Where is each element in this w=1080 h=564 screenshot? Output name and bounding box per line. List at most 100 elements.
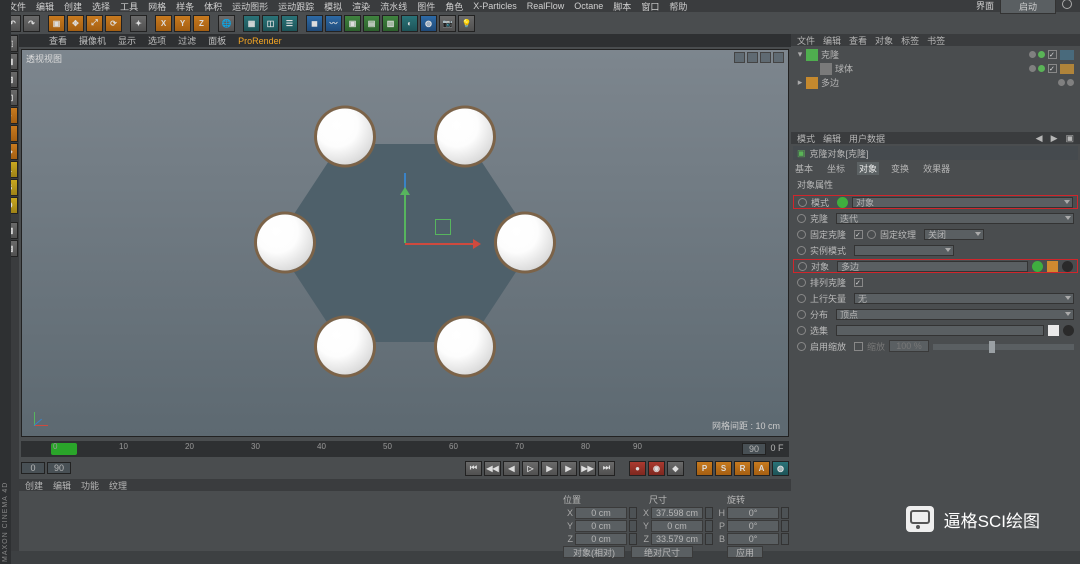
spinner[interactable] (629, 507, 637, 519)
menu-item[interactable]: 网格 (148, 0, 166, 13)
layout-select[interactable]: 启动 (1000, 0, 1056, 14)
menu-item[interactable]: X-Particles (473, 1, 517, 11)
om-tab[interactable]: 标签 (901, 34, 919, 47)
view-menu-item[interactable]: 显示 (118, 34, 136, 47)
frame-end-field[interactable]: 90 (742, 443, 766, 455)
size-z-field[interactable]: 33.579 cm (651, 533, 703, 545)
render-view-icon[interactable]: ▦ (243, 15, 260, 32)
generator-icon[interactable]: ▣ (344, 15, 361, 32)
environment-icon[interactable]: ◍ (420, 15, 437, 32)
scale-tool-icon[interactable]: ⤢ (86, 15, 103, 32)
menu-item[interactable]: 选择 (92, 0, 110, 13)
nav-rotate-icon[interactable] (760, 52, 771, 63)
attr-menu-item[interactable]: 模式 (797, 132, 815, 145)
menu-item[interactable]: 编辑 (36, 0, 54, 13)
attr-hist-icon[interactable]: ▣ (1065, 133, 1074, 144)
fix-clone-checkbox[interactable] (854, 230, 863, 239)
tree-label[interactable]: 多边 (821, 76, 1055, 89)
rot-h-field[interactable]: 0° (727, 507, 779, 519)
scale-slider[interactable] (933, 344, 1074, 350)
menu-item[interactable]: 流水线 (380, 0, 407, 13)
menu-item[interactable]: 体积 (204, 0, 222, 13)
expand-icon[interactable]: ▸ (797, 77, 803, 88)
view-menu-item[interactable]: 摄像机 (79, 34, 106, 47)
light-icon[interactable]: 💡 (458, 15, 475, 32)
plane-handle-icon[interactable] (435, 219, 451, 235)
spinner[interactable] (629, 520, 637, 532)
pos-y-field[interactable]: 0 cm (575, 520, 627, 532)
mode-select[interactable]: 对象 (852, 197, 1073, 208)
rec-pos-icon[interactable]: P (696, 461, 713, 476)
view-menu-item[interactable]: 过滤 (178, 34, 196, 47)
menu-item[interactable]: 图件 (417, 0, 435, 13)
param-dot-icon[interactable] (867, 230, 876, 239)
render-settings-icon[interactable]: ☰ (281, 15, 298, 32)
rotate-tool-icon[interactable]: ⟳ (105, 15, 122, 32)
link-pick-icon[interactable] (1062, 261, 1073, 272)
menu-item[interactable]: Octane (574, 1, 603, 11)
array-icon[interactable]: ▥ (382, 15, 399, 32)
play-back-icon[interactable]: ▷ (522, 461, 539, 476)
rec-scale-icon[interactable]: S (715, 461, 732, 476)
next-frame-icon[interactable]: ▶ (560, 461, 577, 476)
attr-menu-item[interactable]: 编辑 (823, 132, 841, 145)
om-tab[interactable]: 查看 (849, 34, 867, 47)
pos-x-field[interactable]: 0 cm (575, 507, 627, 519)
param-dot-icon[interactable] (798, 262, 807, 271)
up-vector-select[interactable]: 无 (854, 293, 1074, 304)
vis-check-icon[interactable] (1048, 64, 1057, 73)
mat-tab[interactable]: 功能 (81, 479, 99, 492)
attr-menu-item[interactable]: 用户数据 (849, 132, 885, 145)
mat-tab[interactable]: 创建 (25, 479, 43, 492)
record-key-icon[interactable]: ● (629, 461, 646, 476)
attr-tab-active[interactable]: 对象 (857, 162, 879, 175)
camera-icon[interactable]: 📷 (439, 15, 456, 32)
range-start-field[interactable]: 0 (21, 462, 45, 474)
menu-item[interactable]: 帮助 (669, 0, 687, 13)
last-tool-icon[interactable]: ✦ (130, 15, 147, 32)
scale-value-field[interactable]: 100 % (889, 340, 929, 352)
axis-x-icon[interactable]: X (155, 15, 172, 32)
om-tab[interactable]: 书签 (927, 34, 945, 47)
timeline[interactable]: 0 10 20 30 40 50 60 70 80 90 90 0 F (21, 441, 789, 457)
param-dot-icon[interactable] (797, 278, 806, 287)
help-ring-icon[interactable] (1062, 0, 1072, 9)
param-dot-icon[interactable] (797, 342, 806, 351)
rec-param-icon[interactable]: A (753, 461, 770, 476)
fix-tex-select[interactable]: 关闭 (924, 229, 984, 240)
menu-item[interactable]: 窗口 (641, 0, 659, 13)
param-dot-icon[interactable] (797, 246, 806, 255)
pos-z-field[interactable]: 0 cm (575, 533, 627, 545)
menu-item[interactable]: 创建 (64, 0, 82, 13)
menu-item[interactable]: 样条 (176, 0, 194, 13)
spinner[interactable] (705, 520, 713, 532)
menu-item[interactable]: 脚本 (613, 0, 631, 13)
om-tab[interactable]: 对象 (875, 34, 893, 47)
axis-y-icon[interactable]: Y (174, 15, 191, 32)
tree-label[interactable]: 球体 (835, 62, 1026, 75)
view-menu-extra[interactable]: ProRender (238, 36, 282, 46)
param-dot-icon[interactable] (797, 310, 806, 319)
rot-b-field[interactable]: 0° (727, 533, 779, 545)
render-region-icon[interactable]: ◫ (262, 15, 279, 32)
spinner[interactable] (705, 507, 713, 519)
mat-tab[interactable]: 编辑 (53, 479, 71, 492)
menu-item[interactable]: RealFlow (527, 1, 565, 11)
attr-tab[interactable]: 基本 (793, 162, 815, 175)
om-tab[interactable]: 文件 (797, 34, 815, 47)
prev-key-icon[interactable]: ◀◀ (484, 461, 501, 476)
select-tool-icon[interactable]: ▣ (48, 15, 65, 32)
link-ok-icon[interactable] (1032, 261, 1043, 272)
spinner[interactable] (781, 520, 789, 532)
mat-tab[interactable]: 纹理 (109, 479, 127, 492)
menu-item[interactable]: 渲染 (352, 0, 370, 13)
coord-mode-select[interactable]: 对象(相对) (563, 546, 625, 558)
apply-button[interactable]: 应用 (727, 546, 763, 558)
nav-pan-icon[interactable] (734, 52, 745, 63)
vis-check-icon[interactable] (1048, 50, 1057, 59)
goto-end-icon[interactable]: ⏭ (598, 461, 615, 476)
menu-item[interactable]: 工具 (120, 0, 138, 13)
attr-tab[interactable]: 变换 (889, 162, 911, 175)
axis-z-icon[interactable]: Z (193, 15, 210, 32)
param-dot-icon[interactable] (797, 294, 806, 303)
